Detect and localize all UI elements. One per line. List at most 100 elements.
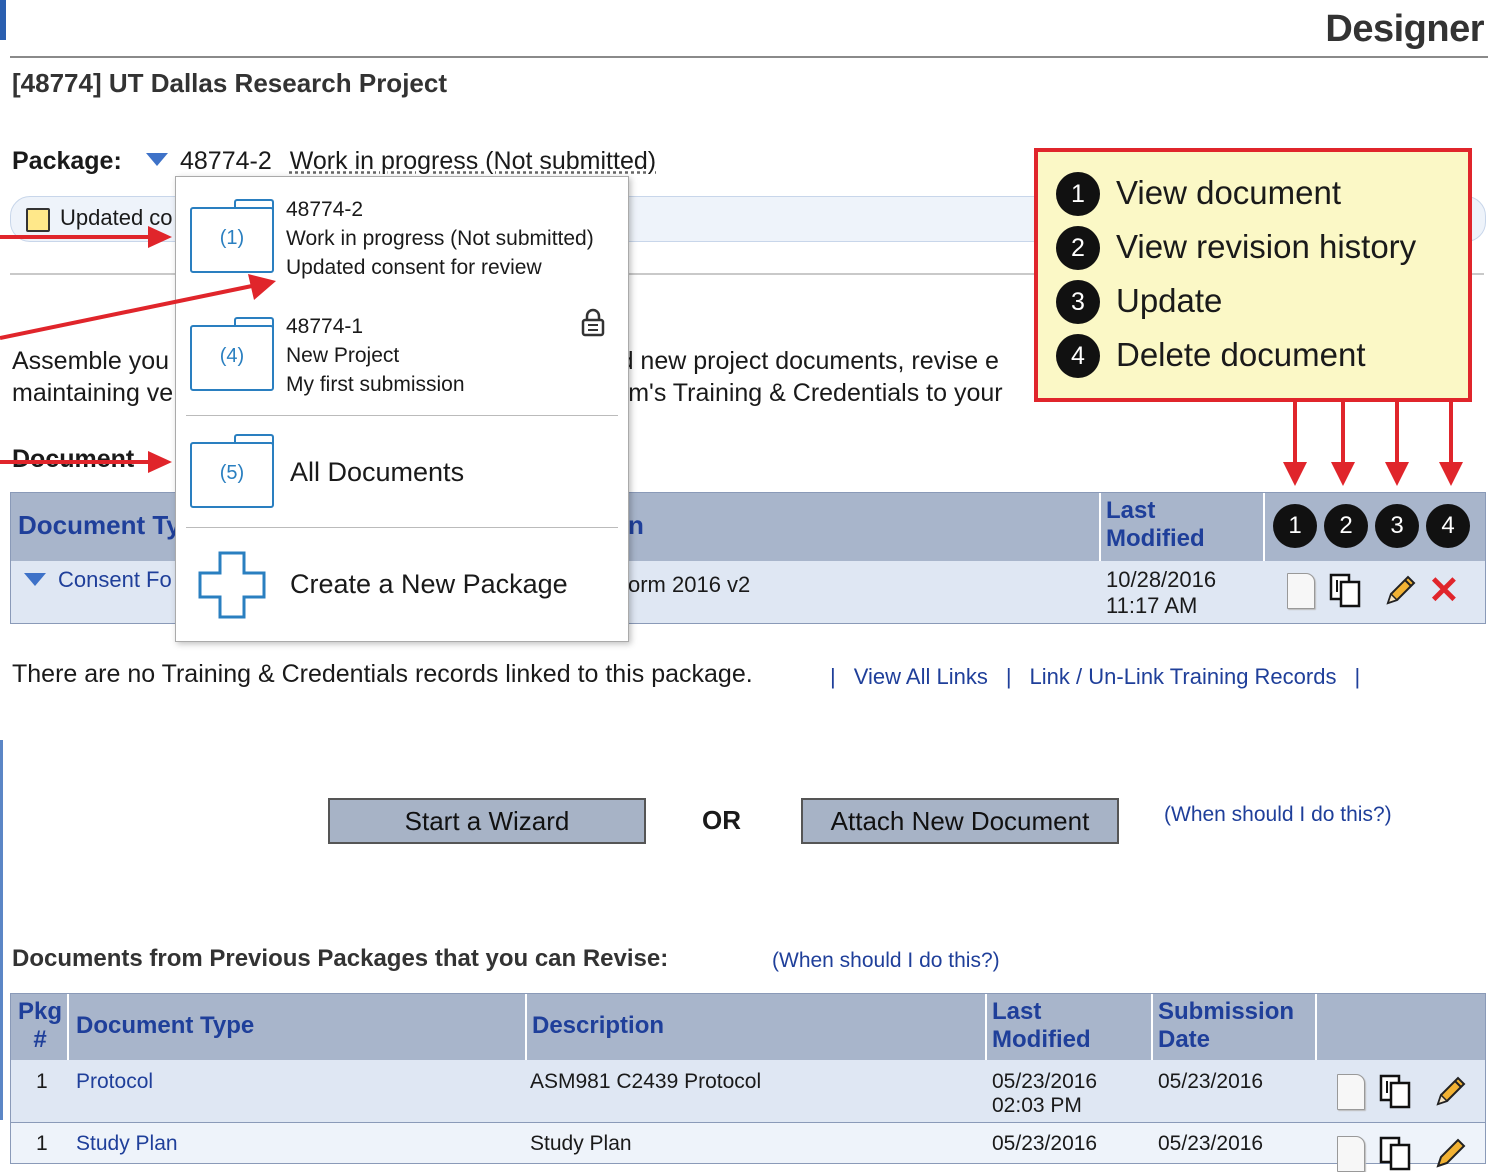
pencil-icon[interactable] (1432, 1136, 1468, 1172)
separator: | (1354, 664, 1361, 689)
document-description: ASM981 C2439 Protocol (530, 1070, 762, 1093)
attach-document-button[interactable]: Attach New Document (801, 798, 1119, 844)
action-number-2: 2 (1324, 504, 1368, 548)
column-header-description[interactable]: n (628, 510, 644, 541)
divider (186, 527, 618, 528)
pointer-arrow-head (148, 451, 172, 473)
legend-label: Update (1116, 282, 1223, 319)
pointer-arrow (0, 460, 150, 464)
pointer-arrow-head (1331, 462, 1355, 486)
pointer-arrow (0, 235, 150, 239)
note-icon (26, 208, 50, 232)
folder-icon[interactable]: (1) (190, 199, 274, 273)
pkg-number: 1 (36, 1070, 48, 1093)
action-number-1: 1 (1273, 504, 1317, 548)
package-id: 48774-1 (286, 315, 364, 338)
package-status: New Project (286, 344, 400, 367)
folder-count: (1) (219, 227, 245, 249)
dropdown-item-create-package[interactable]: Create a New Package (290, 569, 568, 600)
start-wizard-button[interactable]: Start a Wizard (328, 798, 646, 844)
header-line: Submission (1158, 998, 1295, 1025)
app-title: Designer (1325, 8, 1484, 50)
copy-history-icon[interactable] (1328, 572, 1364, 608)
column-header-pkg[interactable]: Pkg # (18, 998, 62, 1054)
chevron-down-icon[interactable] (146, 153, 168, 166)
dropdown-item-48774-1[interactable]: 48774-1 New Project My first submission (286, 312, 465, 399)
previous-docs-heading: Documents from Previous Packages that yo… (12, 945, 669, 972)
delete-x-icon[interactable]: ✕ (1428, 572, 1460, 610)
plus-icon[interactable] (196, 549, 268, 621)
dropdown-item-all-documents[interactable]: All Documents (290, 457, 464, 488)
header-line: Modified (992, 1026, 1091, 1053)
time: 02:03 PM (992, 1094, 1082, 1117)
action-number-4: 4 (1426, 504, 1470, 548)
document-type-link[interactable]: Protocol (76, 1070, 153, 1094)
column-header-document-type[interactable]: Document Type (76, 1012, 254, 1040)
header-line: Last (1106, 497, 1156, 524)
training-status: There are no Training & Credentials reco… (12, 660, 753, 688)
pointer-arrow (1293, 394, 1297, 464)
window-edge (0, 0, 6, 40)
header-line: Modified (1106, 525, 1205, 552)
dropdown-item-48774-2[interactable]: 48774-2 Work in progress (Not submitted)… (286, 195, 594, 282)
link-unlink-training[interactable]: Link / Un-Link Training Records (1030, 664, 1337, 689)
column-header-last-modified[interactable]: Last Modified (992, 998, 1091, 1054)
folder-icon[interactable]: (5) (190, 434, 274, 508)
package-selector[interactable]: 48774-2 Work in progress (Not submitted) (180, 147, 656, 176)
intro-line2-right: m's Training & Credentials to your (628, 379, 1003, 407)
chevron-down-icon[interactable] (24, 573, 46, 586)
time: 11:17 AM (1106, 593, 1198, 618)
legend-number: 3 (1056, 280, 1100, 324)
copy-history-icon[interactable] (1378, 1073, 1414, 1109)
document-icon[interactable] (1337, 1136, 1365, 1172)
header-line: Last (992, 998, 1042, 1025)
lock-icon (581, 308, 605, 337)
pencil-icon[interactable] (1382, 573, 1418, 609)
document-type-link[interactable]: Study Plan (76, 1132, 178, 1156)
intro-line2-left: maintaining ve (12, 379, 174, 407)
legend-label: View revision history (1116, 228, 1417, 265)
legend-label: Delete document (1116, 336, 1366, 373)
last-modified: 05/23/2016 (992, 1132, 1098, 1155)
package-label: Package: (12, 147, 122, 175)
document-description: orm 2016 v2 (628, 572, 751, 597)
view-all-links[interactable]: View All Links (854, 664, 988, 689)
table-row (10, 1123, 1486, 1164)
pointer-arrow-head (1385, 462, 1409, 486)
date: 10/28/2016 (1106, 567, 1217, 592)
column-header-submission-date[interactable]: Submission Date (1158, 998, 1294, 1054)
column-header-document-type[interactable]: Document Ty (18, 510, 181, 541)
legend-number: 2 (1056, 226, 1100, 270)
package-status: Work in progress (Not submitted) (289, 147, 657, 175)
intro-line1-right: ld new project documents, revise e (614, 347, 999, 375)
pointer-arrow-head (1439, 462, 1463, 486)
separator: | (1005, 664, 1012, 689)
last-modified: 10/28/2016 11:17 AM (1106, 567, 1216, 619)
copy-history-icon[interactable] (1378, 1135, 1414, 1171)
action-number-3: 3 (1375, 504, 1419, 548)
pointer-arrow-head (1283, 462, 1307, 486)
column-header-description[interactable]: Description (532, 1012, 664, 1040)
header-line: Date (1158, 1026, 1211, 1053)
when-help-link[interactable]: (When should I do this?) (1164, 803, 1392, 827)
when-help-link[interactable]: (When should I do this?) (772, 949, 1000, 973)
date: 05/23/2016 (992, 1070, 1098, 1093)
pointer-arrow-head (148, 226, 172, 248)
pencil-icon[interactable] (1432, 1074, 1468, 1110)
column-header-last-modified[interactable]: Last Modified (1106, 497, 1205, 553)
package-status: Work in progress (Not submitted) (286, 227, 594, 250)
pointer-arrow (1341, 394, 1345, 464)
intro-line1-left: Assemble you (12, 347, 170, 375)
window-edge (0, 740, 3, 1120)
document-type-link[interactable]: Consent Fo (58, 567, 172, 593)
package-id: 48774-2 (286, 198, 364, 221)
legend-label: View document (1116, 174, 1342, 211)
last-modified: 05/23/2016 02:03 PM (992, 1070, 1097, 1118)
divider (186, 415, 618, 416)
header-line: Pkg (18, 998, 63, 1025)
or-label: OR (702, 805, 741, 835)
project-title: [48774] UT Dallas Research Project (12, 68, 447, 98)
submission-date: 05/23/2016 (1158, 1132, 1264, 1155)
document-icon[interactable] (1287, 573, 1315, 609)
document-icon[interactable] (1337, 1074, 1365, 1110)
